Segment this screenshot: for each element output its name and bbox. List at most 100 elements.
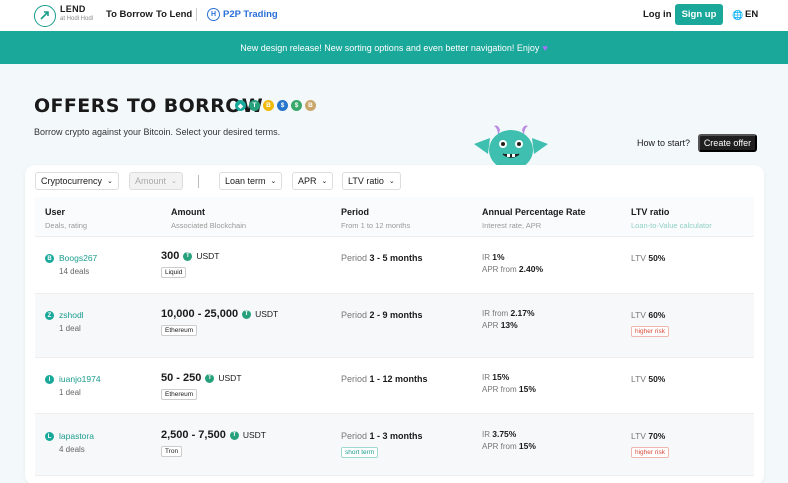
avatar: I (45, 375, 54, 384)
currency: USDT (255, 309, 279, 319)
apr-rate: APR from 2.40% (482, 264, 543, 274)
interest-rate: IR 15% (482, 372, 509, 382)
how-to-start-link[interactable]: How to start? (637, 138, 690, 148)
ltv-value: LTV 50% (631, 374, 665, 384)
nav-to-borrow[interactable]: To Borrow (106, 9, 153, 20)
ltv-label: LTV (631, 310, 646, 320)
amount-range: 10,000 - 25,000 (161, 308, 239, 320)
amount-value: 300 T USDT (161, 250, 220, 262)
page-title: OFFERS TO BORROW (34, 95, 264, 117)
currency: USDT (242, 430, 266, 440)
ltv-value: LTV 60% (631, 310, 665, 320)
ir-value: 2.17% (510, 308, 535, 318)
filter-cryptocurrency[interactable]: Cryptocurrency ⌄ (35, 172, 119, 190)
apr-value: 13% (500, 320, 518, 330)
logo-text[interactable]: LEND (60, 4, 86, 14)
col-apr[interactable]: Annual Percentage Rate (482, 207, 586, 217)
apr-rate: APR from 15% (482, 441, 536, 451)
amount-range: 2,500 - 7,500 (161, 429, 226, 441)
apr-label: APR from (482, 442, 517, 451)
bnb-icon: ◆ (235, 100, 246, 111)
supported-coins: ◆ T B $ $ B (235, 100, 316, 111)
globe-icon[interactable]: 🌐 (732, 10, 743, 21)
avatar: L (45, 432, 54, 441)
col-amount[interactable]: Amount (171, 207, 205, 217)
ltv-number: 70% (648, 431, 666, 441)
risk-badge: higher risk (631, 326, 669, 337)
lend-logo-icon[interactable] (34, 5, 56, 27)
user-deals: 14 deals (59, 267, 90, 276)
currency: USDT (196, 251, 220, 261)
ir-value: 1% (492, 252, 505, 262)
col-apr-sub: Interest rate, APR (482, 221, 542, 230)
ir-label: IR (482, 430, 490, 439)
apr-value: 15% (518, 441, 536, 451)
signup-button[interactable]: Sign up (675, 4, 723, 25)
ir-value: 15% (492, 372, 510, 382)
table-row[interactable]: L lapastora 4 deals 2,500 - 7,500 T USDT T… (35, 414, 754, 476)
col-user-sub: Deals, rating (45, 221, 88, 230)
ltv-calculator-link[interactable]: Loan-to-Value calculator (631, 221, 712, 230)
blockchain-badge: Liquid (161, 267, 187, 278)
chevron-down-icon: ⌄ (388, 178, 395, 185)
period-value: Period 1 - 3 months (341, 431, 423, 441)
period-range: 2 - 9 months (369, 310, 423, 320)
ltv-number: 50% (648, 374, 666, 384)
language-selector[interactable]: EN (745, 9, 758, 20)
user-name-link[interactable]: iuanjo1974 (59, 374, 101, 384)
table-row[interactable]: Z zshodl 1 deal 10,000 - 25,000 T USDT Eth… (35, 294, 754, 358)
bitcoin-icon: B (305, 100, 316, 111)
risk-badge: higher risk (631, 447, 669, 458)
dai-icon: $ (291, 100, 302, 111)
interest-rate: IR 1% (482, 252, 505, 262)
ir-label: IR (482, 253, 490, 262)
filter-ltv-label: LTV ratio (348, 176, 384, 186)
amount-range: 300 (161, 250, 180, 262)
col-ltv[interactable]: LTV ratio (631, 207, 669, 217)
apr-rate: APR from 15% (482, 384, 536, 394)
col-period-sub: From 1 to 12 months (341, 221, 411, 230)
nav-p2p-trading[interactable]: P2P Trading (223, 9, 278, 20)
currency: USDT (218, 373, 242, 383)
nav-divider (196, 8, 197, 21)
user-name-link[interactable]: Boogs267 (59, 253, 97, 263)
nav-to-lend[interactable]: To Lend (156, 9, 192, 20)
ir-value: 3.75% (492, 429, 517, 439)
login-link[interactable]: Log in (643, 9, 672, 20)
ltv-value: LTV 70% (631, 431, 665, 441)
table-header: User Deals, rating Amount Associated Blo… (35, 197, 754, 237)
filter-ltv-ratio[interactable]: LTV ratio ⌄ (342, 172, 401, 190)
table-row[interactable]: B Boogs267 14 deals 300 T USDT Liquid Peri… (35, 237, 754, 294)
filter-cryptocurrency-label: Cryptocurrency (41, 176, 103, 186)
hodlhodl-icon[interactable]: H (207, 8, 220, 21)
amount-value: 10,000 - 25,000 T USDT (161, 308, 278, 320)
filter-amount[interactable]: Amount ⌄ (129, 172, 183, 190)
logo-subtitle: at Hodl Hodl (60, 16, 94, 22)
period-label: Period (341, 374, 368, 384)
user-deals: 1 deal (59, 324, 81, 333)
tether-icon: T (249, 100, 260, 111)
tether-icon: T (205, 373, 215, 383)
user-name-link[interactable]: zshodl (59, 310, 84, 320)
avatar: B (45, 254, 54, 263)
ltv-number: 50% (648, 253, 666, 263)
create-offer-button[interactable]: Create offer (698, 134, 757, 152)
blockchain-badge: Ethereum (161, 389, 198, 400)
term-badge: short term (341, 447, 379, 458)
table-row[interactable]: I iuanjo1974 1 deal 50 - 250 T USDT Ethere… (35, 358, 754, 414)
filter-apr[interactable]: APR ⌄ (292, 172, 334, 190)
period-range: 1 - 12 months (369, 374, 428, 384)
period-value: Period 2 - 9 months (341, 310, 423, 320)
col-user[interactable]: User (45, 207, 65, 217)
heart-icon: ♥ (542, 42, 548, 53)
user-name-link[interactable]: lapastora (59, 431, 94, 441)
period-label: Period (341, 431, 368, 441)
interest-rate: IR 3.75% (482, 429, 516, 439)
period-range: 3 - 5 months (369, 253, 423, 263)
filter-loan-term[interactable]: Loan term ⌄ (219, 172, 283, 190)
filter-apr-label: APR (298, 176, 317, 186)
period-value: Period 1 - 12 months (341, 374, 428, 384)
chevron-down-icon: ⌄ (107, 178, 113, 185)
amount-value: 2,500 - 7,500 T USDT (161, 429, 266, 441)
col-period[interactable]: Period (341, 207, 369, 217)
